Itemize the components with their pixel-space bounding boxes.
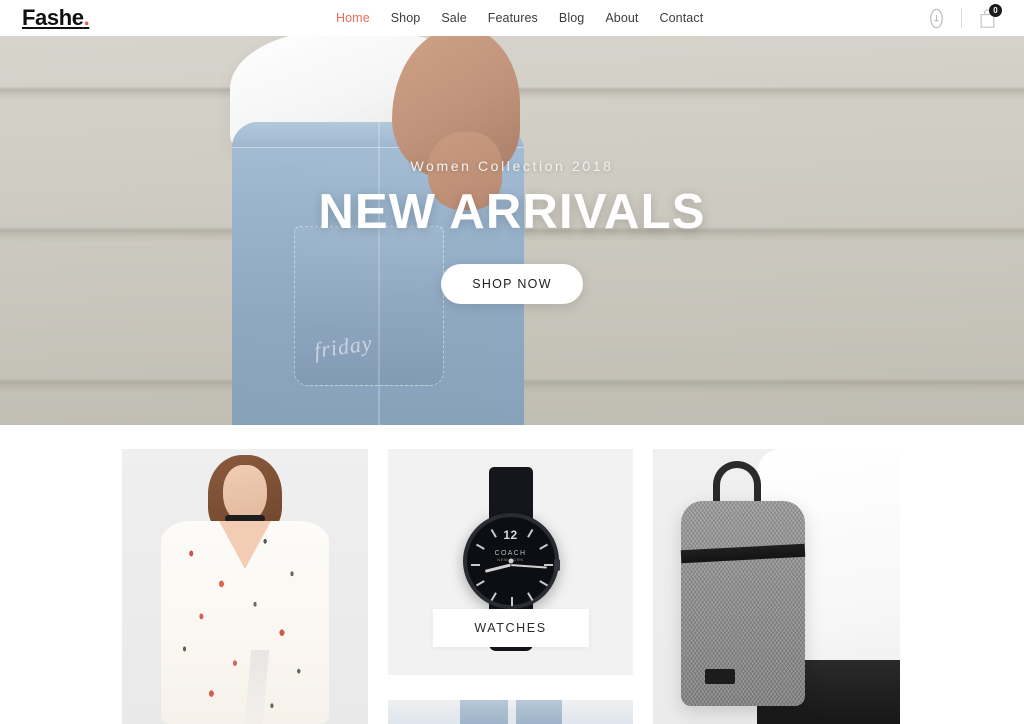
jeans-leg-left [460, 700, 508, 724]
dress-front-slit [245, 650, 270, 724]
category-card-jeans[interactable] [388, 700, 633, 724]
category-card-dress[interactable] [122, 449, 368, 724]
hero-title: NEW ARRIVALS [318, 185, 706, 239]
account-button[interactable] [917, 3, 955, 33]
brand-logo[interactable]: Fashe. [22, 5, 90, 30]
backpack-brand-tag [705, 669, 735, 684]
category-card-bags[interactable] [653, 449, 900, 724]
nav-item-contact[interactable]: Contact [660, 12, 704, 25]
nav-item-shop[interactable]: Shop [391, 12, 421, 25]
brand-name: Fashe [22, 5, 84, 30]
watch-hour-hand [484, 563, 511, 573]
category-column-left [122, 449, 368, 724]
hero-eyebrow-text: Women Collection 2018 [410, 158, 614, 174]
category-column-right [653, 449, 900, 724]
cart-count-badge: 0 [989, 4, 1002, 17]
watch-tick-2 [538, 543, 548, 550]
watch-hour-marker-12: 12 [503, 528, 518, 542]
shop-now-button[interactable]: SHOP NOW [441, 263, 583, 304]
brand-dot: . [83, 5, 90, 30]
watch-crown [553, 559, 560, 571]
category-label-watches[interactable]: WATCHES [432, 609, 589, 647]
hero-content: Women Collection 2018 NEW ARRIVALS SHOP … [0, 158, 1024, 304]
cart-button[interactable]: 0 [968, 3, 1006, 33]
watch-center-pivot [508, 558, 513, 564]
category-grid: 12 COACH NEW YORK WATCHES [0, 425, 1024, 724]
dress-v-neckline [219, 521, 271, 569]
watch-tick-1 [526, 528, 533, 538]
hero-banner: friday Women Collection 2018 NEW ARRIVAL… [0, 36, 1024, 425]
backpack-flap [680, 543, 806, 564]
watch-minute-hand [510, 564, 547, 569]
watch-tick-8 [475, 580, 485, 587]
nav-item-features[interactable]: Features [488, 12, 538, 25]
user-account-icon [926, 8, 947, 29]
watch-tick-10 [475, 543, 485, 550]
nav-item-home[interactable]: Home [336, 12, 370, 25]
category-card-watches[interactable]: 12 COACH NEW YORK WATCHES [388, 449, 633, 675]
watch-tick-9 [470, 564, 480, 566]
backpack-body [680, 501, 806, 706]
nav-item-sale[interactable]: Sale [441, 12, 466, 25]
category-column-middle: 12 COACH NEW YORK WATCHES [388, 449, 633, 724]
watch-tick-11 [490, 528, 497, 538]
main-navigation: Home Shop Sale Features Blog About Conta… [336, 12, 703, 25]
watch-tick-7 [490, 592, 497, 602]
header-tools: 0 [917, 3, 1006, 33]
watch-tick-4 [538, 580, 548, 587]
jeans-product-image [388, 700, 633, 724]
site-header: Fashe. Home Shop Sale Features Blog Abou… [0, 0, 1024, 36]
dress-product-image [122, 449, 368, 724]
watch-case: 12 COACH NEW YORK [462, 513, 560, 609]
watch-brand-text: COACH [494, 550, 527, 557]
floral-dress-garment [161, 521, 329, 724]
watch-tick-5 [526, 592, 533, 602]
nav-item-about[interactable]: About [605, 12, 638, 25]
backpack-product-image [653, 449, 900, 724]
watch-tick-6 [510, 597, 513, 606]
nav-item-blog[interactable]: Blog [559, 12, 584, 25]
jeans-leg-right [516, 700, 562, 724]
tools-divider [961, 8, 962, 28]
